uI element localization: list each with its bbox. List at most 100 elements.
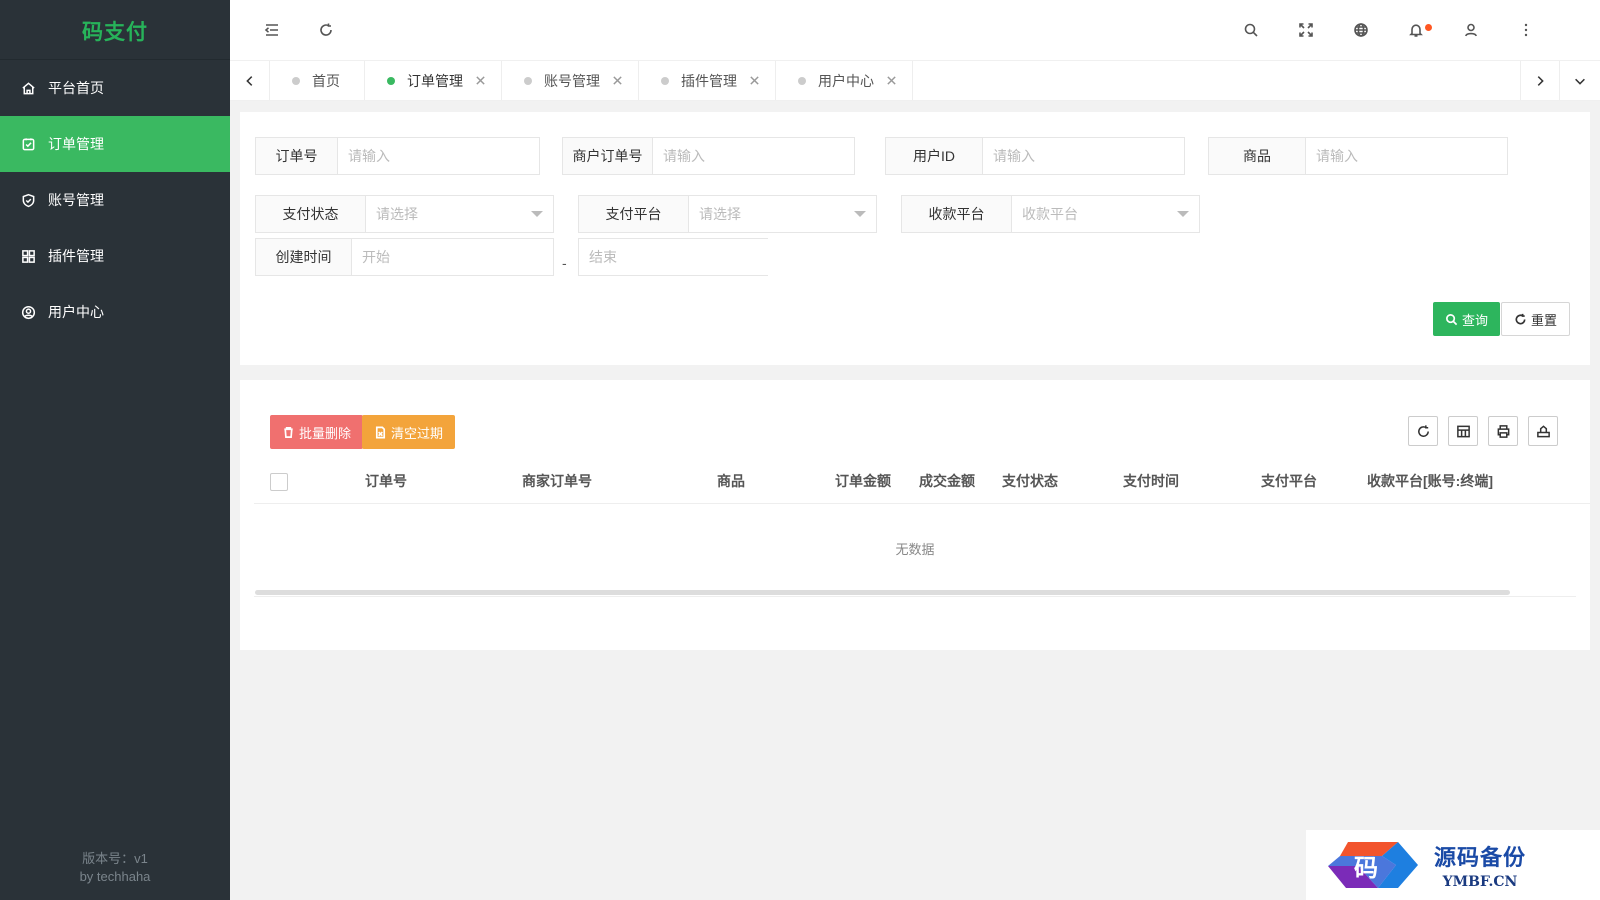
tab-dot xyxy=(524,76,532,85)
date-range-separator: - xyxy=(562,255,567,271)
horizontal-scrollbar[interactable] xyxy=(255,590,1510,595)
sidebar-item-user-center[interactable]: 用户中心 xyxy=(0,284,230,340)
tab-label: 账号管理 xyxy=(544,72,600,89)
field-label: 支付平台 xyxy=(579,196,689,232)
tab-dot xyxy=(798,76,806,85)
reset-button[interactable]: 重置 xyxy=(1501,302,1571,336)
tab-menu-dropdown-button[interactable] xyxy=(1560,61,1600,100)
reset-label: 重置 xyxy=(1531,312,1558,328)
search-panel: 订单号 商户订单号 用户ID 商品 支付状态 请选择 支付平台 请选择 收款平台… xyxy=(240,112,1590,365)
tab-label: 用户中心 xyxy=(818,72,874,89)
bell-icon[interactable] xyxy=(1406,20,1432,40)
select-all-checkbox[interactable] xyxy=(270,473,288,491)
search-icon[interactable] xyxy=(1241,20,1261,40)
column-header[interactable]: 支付平台 xyxy=(1261,458,1317,504)
author-text: by techhaha xyxy=(79,869,151,884)
sidebar-item-label: 插件管理 xyxy=(48,248,104,264)
select-placeholder: 请选择 xyxy=(699,206,741,222)
tab-scroll-right-button[interactable] xyxy=(1520,61,1560,100)
create-time-end-input[interactable] xyxy=(579,239,780,275)
sidebar-item-label: 账号管理 xyxy=(48,192,104,208)
field-label: 商户订单号 xyxy=(563,138,653,174)
order-icon xyxy=(20,136,36,152)
watermark-cn-text: 源码备份 xyxy=(1434,845,1527,871)
sidebar-item-orders[interactable]: 订单管理 xyxy=(0,116,230,172)
columns-icon xyxy=(1456,425,1470,437)
version-info: 版本号：v1 by techhaha xyxy=(0,850,230,886)
table-export-button[interactable] xyxy=(1528,416,1558,446)
column-header[interactable]: 支付状态 xyxy=(1002,458,1058,504)
tab-home[interactable]: 首页 xyxy=(270,61,365,100)
tab-scroll-left-button[interactable] xyxy=(230,61,270,100)
table-print-button[interactable] xyxy=(1488,416,1518,446)
tab-accounts[interactable]: 账号管理 xyxy=(502,61,639,100)
chevron-down-icon xyxy=(1575,78,1585,85)
refresh-icon xyxy=(1417,424,1429,437)
watermark-en-text: YMBF.CN xyxy=(1442,874,1518,890)
receive-platform-field: 收款平台 收款平台 xyxy=(901,195,1200,233)
order-no-input[interactable] xyxy=(338,138,539,174)
user-icon[interactable] xyxy=(1461,20,1481,40)
table-columns-button[interactable] xyxy=(1448,416,1478,446)
sidebar-item-label: 订单管理 xyxy=(48,136,104,152)
query-button[interactable]: 查询 xyxy=(1433,302,1501,336)
user-circle-icon xyxy=(20,304,36,320)
globe-icon[interactable] xyxy=(1351,20,1371,40)
tab-dot xyxy=(292,76,300,85)
batch-delete-button[interactable]: 批量删除 xyxy=(270,415,364,449)
search-icon xyxy=(1446,313,1458,325)
tab-plugins[interactable]: 插件管理 xyxy=(639,61,776,100)
merchant-order-no-input[interactable] xyxy=(653,138,854,174)
caret-down-icon xyxy=(854,211,866,217)
column-header[interactable]: 收款平台[账号:终端] xyxy=(1367,458,1493,504)
trash-icon xyxy=(284,426,293,438)
column-header[interactable]: 成交金额 xyxy=(919,458,975,504)
pay-platform-field: 支付平台 请选择 xyxy=(578,195,877,233)
select-placeholder: 请选择 xyxy=(376,206,418,222)
receive-platform-select[interactable]: 收款平台 xyxy=(1012,196,1199,232)
close-icon[interactable] xyxy=(749,75,761,87)
user-id-input[interactable] xyxy=(983,138,1184,174)
tab-user-center[interactable]: 用户中心 xyxy=(776,61,913,100)
print-icon xyxy=(1497,424,1509,438)
tab-dot xyxy=(661,76,669,85)
create-time-start-input[interactable] xyxy=(352,239,553,275)
merchant-order-no-field: 商户订单号 xyxy=(562,137,855,175)
goods-input[interactable] xyxy=(1306,138,1507,174)
column-header[interactable]: 支付时间 xyxy=(1123,458,1179,504)
field-label: 用户ID xyxy=(886,138,983,174)
clear-expired-button[interactable]: 清空过期 xyxy=(362,415,456,449)
field-label: 商品 xyxy=(1209,138,1306,174)
column-header[interactable]: 订单金额 xyxy=(835,458,891,504)
top-header xyxy=(230,0,1600,60)
app-logo[interactable]: 码支付 xyxy=(0,0,230,60)
create-time-end-field xyxy=(578,238,780,276)
order-no-field: 订单号 xyxy=(255,137,540,175)
sidebar-item-home[interactable]: 平台首页 xyxy=(0,60,230,116)
menu-fold-icon[interactable] xyxy=(262,20,282,40)
field-label: 收款平台 xyxy=(902,196,1012,232)
create-time-start-field: 创建时间 xyxy=(255,238,554,276)
column-header[interactable]: 商家订单号 xyxy=(522,458,592,504)
fullscreen-icon[interactable] xyxy=(1296,20,1316,40)
table-refresh-button[interactable] xyxy=(1408,416,1438,446)
sidebar-item-plugins[interactable]: 插件管理 xyxy=(0,228,230,284)
sidebar-item-accounts[interactable]: 账号管理 xyxy=(0,172,230,228)
more-vertical-icon[interactable] xyxy=(1516,20,1536,40)
table-panel: 批量删除 清空过期 订单号 商家订单号 商品 订单金额 成交金额 支付状态 支付… xyxy=(240,380,1590,650)
pay-platform-select[interactable]: 请选择 xyxy=(689,196,876,232)
close-icon[interactable] xyxy=(886,75,898,87)
close-icon[interactable] xyxy=(475,75,487,87)
close-icon[interactable] xyxy=(612,75,624,87)
tab-dot xyxy=(387,76,395,85)
column-header[interactable]: 订单号 xyxy=(365,458,407,504)
pay-status-select[interactable]: 请选择 xyxy=(366,196,553,232)
file-clear-icon xyxy=(375,426,386,438)
column-header[interactable]: 商品 xyxy=(717,458,745,504)
refresh-icon xyxy=(1515,313,1526,324)
tab-orders[interactable]: 订单管理 xyxy=(365,61,502,100)
table-header: 订单号 商家订单号 商品 订单金额 成交金额 支付状态 支付时间 支付平台 收款… xyxy=(254,458,1590,504)
tab-label: 插件管理 xyxy=(681,72,737,89)
refresh-icon[interactable] xyxy=(316,20,336,40)
field-label: 支付状态 xyxy=(256,196,366,232)
